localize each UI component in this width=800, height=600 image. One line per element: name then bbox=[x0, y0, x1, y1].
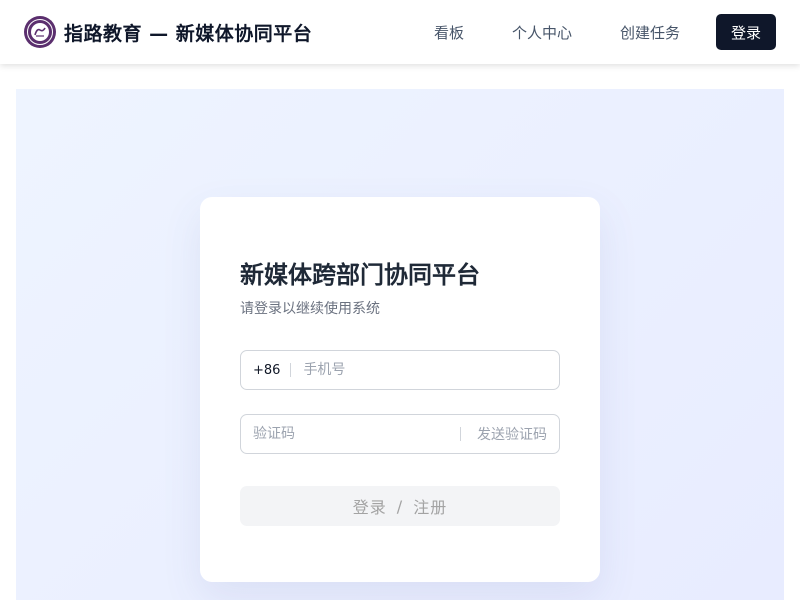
verification-code-field: 发送验证码 bbox=[240, 414, 560, 454]
main-nav: 看板 个人中心 创建任务 登录 bbox=[434, 14, 776, 50]
brand-title: 指路教育 — 新媒体协同平台 bbox=[64, 22, 313, 45]
login-stage: 新媒体跨部门协同平台 请登录以继续使用系统 +86 发送验证码 登录 / 注册 bbox=[16, 89, 784, 600]
login-title: 新媒体跨部门协同平台 bbox=[240, 261, 480, 289]
nav-profile[interactable]: 个人中心 bbox=[512, 22, 572, 43]
submit-login-label: 登录 bbox=[352, 498, 387, 517]
top-navbar: 指路教育 — 新媒体协同平台 看板 个人中心 创建任务 登录 bbox=[0, 0, 800, 64]
nav-create-task[interactable]: 创建任务 bbox=[620, 22, 680, 43]
phone-field: +86 bbox=[240, 350, 560, 390]
header-login-button[interactable]: 登录 bbox=[716, 14, 776, 50]
phone-input[interactable] bbox=[291, 351, 559, 389]
submit-separator: / bbox=[396, 496, 404, 516]
nav-board[interactable]: 看板 bbox=[434, 22, 464, 43]
send-code-button[interactable]: 发送验证码 bbox=[461, 424, 559, 444]
login-subtitle: 请登录以继续使用系统 bbox=[240, 301, 380, 317]
submit-register-label: 注册 bbox=[413, 498, 448, 517]
login-register-button[interactable]: 登录 / 注册 bbox=[240, 486, 560, 526]
verification-code-input[interactable] bbox=[241, 415, 460, 453]
login-card: 新媒体跨部门协同平台 请登录以继续使用系统 +86 发送验证码 登录 / 注册 bbox=[200, 197, 600, 582]
country-code-prefix: +86 bbox=[253, 362, 281, 378]
brand-home-link[interactable]: 指路教育 — 新媒体协同平台 bbox=[24, 16, 312, 48]
school-emblem-icon bbox=[24, 16, 56, 48]
